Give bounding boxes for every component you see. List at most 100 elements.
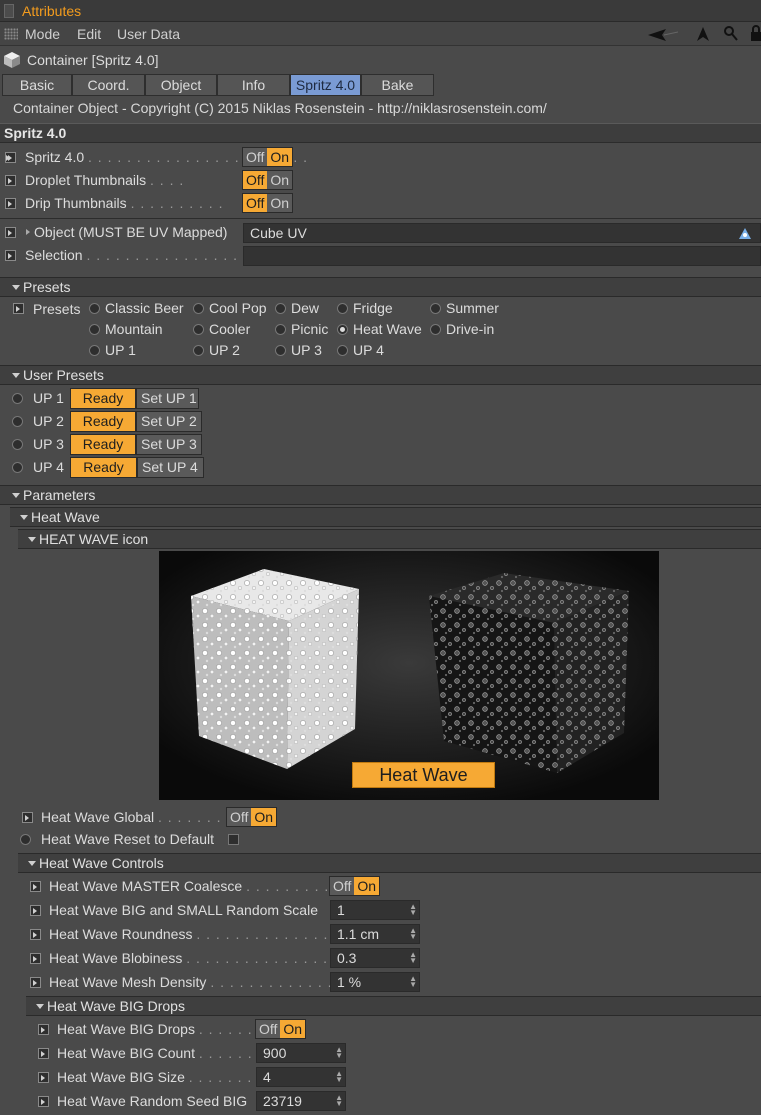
panel-grip-icon[interactable] [4,4,14,18]
lock-icon[interactable] [750,25,761,42]
group-heat-wave-icon[interactable]: HEAT WAVE icon [18,529,761,549]
preset-radio[interactable] [337,303,348,314]
grip-dots-icon[interactable] [4,28,18,40]
user-preset-radio[interactable] [12,416,23,427]
user-preset-radio[interactable] [12,393,23,404]
cursor-arrow-icon[interactable] [696,26,710,42]
menu-user-data[interactable]: User Data [117,26,180,42]
preset-option[interactable]: Drive-in [446,321,494,337]
set-user-preset-button[interactable]: Set UP 1 [136,388,199,409]
keyframe-icon[interactable] [5,227,16,238]
keyframe-icon[interactable] [22,812,33,823]
tab-bake[interactable]: Bake [361,74,434,96]
stepper-icon[interactable]: ▲ ▼ [409,951,417,965]
heatwave-global-toggle[interactable]: Off On [226,807,278,827]
preset-radio[interactable] [275,324,286,335]
big-size-input[interactable]: 4 ▲ ▼ [256,1067,346,1087]
back-arrow-icon[interactable] [648,28,678,42]
tab-info[interactable]: Info [217,74,290,96]
group-parameters[interactable]: Parameters [0,485,761,505]
stepper-icon[interactable]: ▲ ▼ [335,1094,343,1108]
preset-radio[interactable] [89,303,100,314]
tab-object[interactable]: Object [145,74,217,96]
keyframe-icon[interactable] [5,152,16,163]
preset-option[interactable]: UP 1 [105,342,136,358]
user-preset-radio[interactable] [12,462,23,473]
keyframe-icon[interactable] [13,303,24,314]
group-big-drops[interactable]: Heat Wave BIG Drops [26,996,761,1016]
preset-radio[interactable] [275,345,286,356]
group-heat-wave[interactable]: Heat Wave [10,507,761,527]
tab-spritz[interactable]: Spritz 4.0 [290,74,361,96]
selection-field[interactable] [243,246,761,266]
preset-option[interactable]: Picnic [291,321,328,337]
preset-option[interactable]: Fridge [353,300,393,316]
preset-option[interactable]: Cool Pop [209,300,267,316]
preset-radio[interactable] [337,345,348,356]
preset-radio-selected[interactable] [337,324,348,335]
preset-radio[interactable] [430,303,441,314]
reset-radio[interactable] [20,834,31,845]
keyframe-icon[interactable] [30,881,41,892]
random-seed-big-input[interactable]: 23719 ▲ ▼ [256,1091,346,1111]
search-icon[interactable] [724,26,738,42]
preset-radio[interactable] [193,324,204,335]
random-scale-input[interactable]: 1 ▲ ▼ [330,900,420,920]
stepper-icon[interactable]: ▲ ▼ [335,1046,343,1060]
keyframe-icon[interactable] [38,1072,49,1083]
preset-radio[interactable] [193,345,204,356]
preset-option[interactable]: Mountain [105,321,163,337]
menu-edit[interactable]: Edit [77,26,101,42]
keyframe-icon[interactable] [38,1024,49,1035]
stepper-icon[interactable]: ▲ ▼ [409,903,417,917]
set-user-preset-button[interactable]: Set UP 4 [137,457,204,478]
preset-radio[interactable] [89,324,100,335]
heatwave-reset-checkbox[interactable] [228,834,239,845]
group-heat-wave-controls[interactable]: Heat Wave Controls [18,853,761,873]
keyframe-icon[interactable] [30,905,41,916]
mesh-density-input[interactable]: 1 % ▲ ▼ [330,972,420,992]
preset-radio[interactable] [193,303,204,314]
master-coalesce-toggle[interactable]: Off On [329,876,381,896]
stepper-icon[interactable]: ▲ ▼ [409,975,417,989]
keyframe-icon[interactable] [38,1096,49,1107]
big-drops-toggle[interactable]: Off On [255,1019,307,1039]
drip-thumbnails-toggle[interactable]: Off On [242,193,294,213]
preset-radio[interactable] [89,345,100,356]
user-preset-radio[interactable] [12,439,23,450]
keyframe-icon[interactable] [5,198,16,209]
preset-option[interactable]: Cooler [209,321,250,337]
preset-option[interactable]: Heat Wave [353,321,422,337]
preset-option[interactable]: Classic Beer [105,300,184,316]
preset-option[interactable]: Summer [446,300,499,316]
tab-coord[interactable]: Coord. [72,74,145,96]
group-presets[interactable]: Presets [0,277,761,297]
keyframe-icon[interactable] [5,175,16,186]
keyframe-icon[interactable] [5,250,16,261]
tab-basic[interactable]: Basic [2,74,72,96]
selection-label: Selection . . . . . . . . . . . . . . . … [25,247,268,263]
object-link-field[interactable]: Cube UV [243,223,761,243]
preset-option[interactable]: UP 4 [353,342,384,358]
set-user-preset-button[interactable]: Set UP 3 [136,434,202,455]
keyframe-icon[interactable] [30,953,41,964]
keyframe-icon[interactable] [30,977,41,988]
droplet-thumbnails-toggle[interactable]: Off On [242,170,294,190]
spritz-toggle[interactable]: Off On [242,147,294,167]
keyframe-icon[interactable] [30,929,41,940]
pick-object-icon[interactable] [738,227,752,240]
preset-option[interactable]: UP 2 [209,342,240,358]
stepper-icon[interactable]: ▲ ▼ [335,1070,343,1084]
blobiness-input[interactable]: 0.3 ▲ ▼ [330,948,420,968]
preset-radio[interactable] [430,324,441,335]
stepper-icon[interactable]: ▲ ▼ [409,927,417,941]
keyframe-icon[interactable] [38,1048,49,1059]
big-count-input[interactable]: 900 ▲ ▼ [256,1043,346,1063]
preset-option[interactable]: UP 3 [291,342,322,358]
roundness-input[interactable]: 1.1 cm ▲ ▼ [330,924,420,944]
group-user-presets[interactable]: User Presets [0,365,761,385]
menu-mode[interactable]: Mode [25,26,60,42]
preset-option[interactable]: Dew [291,300,319,316]
preset-radio[interactable] [275,303,286,314]
set-user-preset-button[interactable]: Set UP 2 [136,411,202,432]
